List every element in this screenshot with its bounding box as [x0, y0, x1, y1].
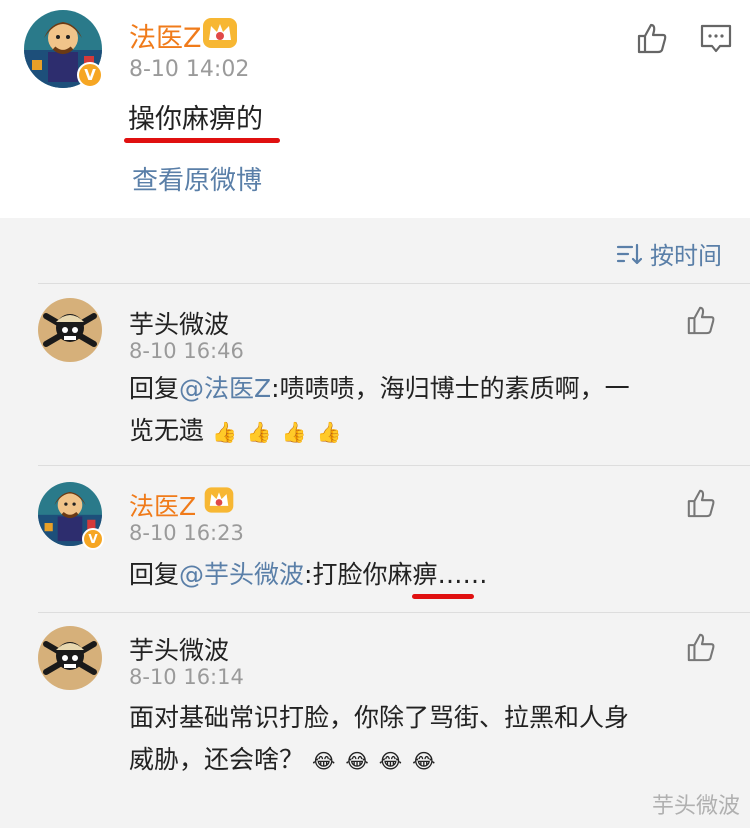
- comment-text-part: ……: [437, 560, 488, 589]
- thumbs-up-icon[interactable]: [686, 488, 716, 518]
- thumbs-up-icon[interactable]: [686, 305, 716, 335]
- comment-text-line2: 览无遗: [129, 416, 205, 445]
- thumbs-up-emoji: 👍: [211, 420, 237, 444]
- verified-badge: V: [77, 62, 103, 88]
- view-original-link[interactable]: 查看原微博: [132, 160, 262, 197]
- comment-time: 8-10 16:14: [129, 665, 244, 689]
- post-author-name[interactable]: 法医Z: [129, 16, 202, 55]
- comment-text-part: :打脸你: [304, 560, 388, 589]
- reply-prefix: 回复: [129, 560, 180, 589]
- original-post: V 法医Z 8-10 14:02 操你麻痹的 查看原微博: [0, 0, 750, 218]
- thumbs-up-emoji: 👍: [316, 420, 342, 444]
- watermark: 芋头微波: [651, 794, 740, 819]
- comment-text-line2: 威胁，还会啥？: [129, 745, 305, 774]
- divider: [38, 612, 750, 613]
- comment-icon[interactable]: [700, 24, 732, 54]
- laughing-emoji: 😂: [378, 749, 403, 773]
- laughing-emoji: 😂: [412, 749, 436, 773]
- mention-link[interactable]: @法医Z: [179, 374, 271, 403]
- comment-time: 8-10 16:23: [129, 521, 244, 545]
- highlight-underline: [412, 594, 474, 599]
- highlight-underline: [124, 138, 280, 143]
- comment-text-line1: :啧啧啧，海归博士的素质啊，一: [271, 374, 630, 403]
- comment-text: 回复@芋头微波:打脸你麻痹……: [129, 554, 709, 596]
- comment-text: 回复@法医Z:啧啧啧，海归博士的素质啊，一 览无遗 👍 👍 👍 👍: [129, 368, 709, 453]
- thumbs-up-icon[interactable]: [636, 22, 668, 54]
- comment-avatar[interactable]: [38, 626, 102, 690]
- comment-author[interactable]: 法医Z: [129, 487, 196, 523]
- comment-text-highlight: 麻痹: [387, 560, 438, 589]
- post-text: 操你麻痹的: [128, 104, 263, 135]
- sort-icon: [616, 243, 642, 264]
- comment-text-line1: 面对基础常识打脸，你除了骂街、拉黑和人身: [129, 703, 630, 732]
- thumbs-up-icon[interactable]: [686, 632, 716, 662]
- comment-author[interactable]: 芋头微波: [129, 631, 229, 667]
- comment-text: 面对基础常识打脸，你除了骂街、拉黑和人身 威胁，还会啥？ 😂 😂 😂 😂: [129, 697, 709, 782]
- thumbs-up-emoji: 👍: [246, 420, 272, 444]
- comment-time: 8-10 16:46: [129, 339, 244, 363]
- mention-link[interactable]: @芋头微波: [179, 560, 304, 589]
- post-time: 8-10 14:02: [129, 57, 250, 82]
- sort-label: 按时间: [650, 242, 722, 270]
- laughing-emoji: 😂: [345, 749, 369, 773]
- reply-prefix: 回复: [129, 374, 180, 403]
- divider: [38, 283, 750, 284]
- crown-icon: [204, 487, 234, 513]
- comment-author[interactable]: 芋头微波: [129, 305, 229, 341]
- sort-by-time-button[interactable]: 按时间: [616, 236, 722, 271]
- comment-avatar[interactable]: [38, 298, 102, 362]
- thumbs-up-emoji: 👍: [281, 420, 307, 444]
- divider: [38, 465, 750, 466]
- laughing-emoji: 😂: [311, 749, 336, 773]
- crown-icon: [203, 18, 237, 48]
- verified-badge: V: [82, 528, 104, 550]
